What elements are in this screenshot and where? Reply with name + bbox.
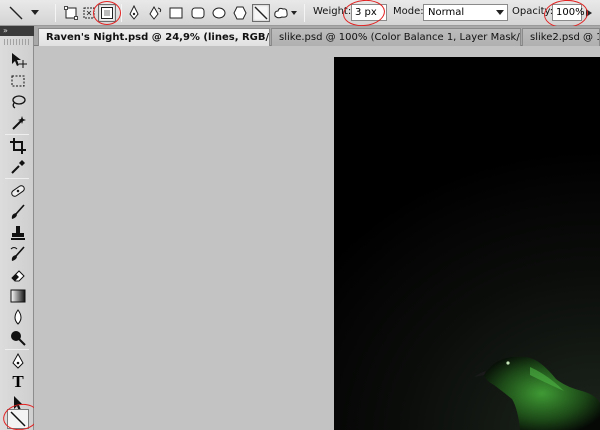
tab-slike[interactable]: slike.psd @ 100% (Color Balance 1, Layer… — [271, 28, 521, 46]
marquee-tool-icon — [11, 75, 25, 87]
chevron-down-icon — [496, 10, 504, 15]
brush-tool-icon — [11, 204, 25, 219]
tool-preset-picker[interactable] — [4, 3, 42, 23]
line-icon — [254, 6, 268, 20]
healing-brush-tool[interactable] — [7, 181, 29, 201]
panel-grip[interactable] — [4, 39, 30, 45]
gradient-tool[interactable] — [7, 286, 29, 306]
fill-pixels-button[interactable] — [98, 4, 116, 22]
pen-tool[interactable] — [7, 351, 29, 371]
weight-label: Weight: — [313, 6, 352, 17]
shape-layers-button[interactable] — [62, 4, 80, 22]
custom-shape-icon — [274, 7, 288, 19]
opacity-input[interactable]: 100% — [552, 4, 585, 21]
type-tool-icon: T — [12, 372, 24, 391]
move-tool-icon — [12, 53, 27, 68]
freeform-pen-icon — [149, 5, 162, 20]
gradient-tool-icon — [10, 289, 26, 303]
mode-label: Mode: — [393, 6, 424, 17]
lasso-tool[interactable] — [7, 92, 29, 112]
chevron-down-icon — [31, 10, 39, 15]
magic-wand-tool[interactable] — [7, 113, 29, 133]
line-tool-icon — [9, 6, 23, 20]
paths-button[interactable] — [80, 4, 98, 22]
rounded-rectangle-tool-option[interactable] — [189, 4, 207, 22]
blur-tool[interactable] — [7, 307, 29, 327]
magic-wand-tool-icon — [12, 116, 26, 130]
freeform-pen-tool-option[interactable] — [147, 4, 165, 22]
panel-collapse-button[interactable]: » — [0, 26, 34, 36]
paths-icon — [83, 7, 95, 19]
options-bar: Weight: 3 px Mode: Normal Opacity: 100% — [0, 0, 600, 30]
tab-label: Raven's Night.psd @ 24,9% (lines, RGB/8#… — [46, 32, 270, 43]
polygon-tool-option[interactable] — [231, 4, 249, 22]
history-brush-tool-icon — [10, 246, 25, 261]
tab-label: slike2.psd @ 100 — [530, 32, 599, 43]
dodge-tool-icon — [11, 331, 26, 346]
crop-tool-icon — [10, 138, 26, 154]
opacity-label: Opacity: — [512, 6, 554, 17]
chevron-down-icon — [291, 10, 297, 15]
history-brush-tool[interactable] — [7, 244, 29, 264]
pen-icon — [129, 5, 139, 20]
ellipse-icon — [212, 7, 226, 19]
healing-brush-tool-icon — [11, 185, 25, 197]
polygon-icon — [233, 6, 247, 20]
shape-layers-icon — [64, 6, 78, 20]
workspace[interactable] — [34, 47, 600, 430]
chevron-right-icon — [586, 9, 592, 17]
custom-shape-tool-option[interactable] — [272, 4, 298, 22]
eraser-tool-icon — [11, 270, 25, 282]
eraser-tool[interactable] — [7, 265, 29, 285]
clone-stamp-tool[interactable] — [7, 223, 29, 243]
pen-tool-option[interactable] — [125, 4, 143, 22]
tab-label: slike.psd @ 100% (Color Balance 1, Layer… — [279, 32, 521, 43]
document-tab-bar: Raven's Night.psd @ 24,9% (lines, RGB/8#… — [34, 26, 600, 46]
line-tool-icon — [10, 411, 26, 427]
rectangle-tool-option[interactable] — [167, 4, 185, 22]
line-tool[interactable] — [7, 409, 29, 429]
marquee-tool[interactable] — [7, 71, 29, 91]
tab-ravens-night[interactable]: Raven's Night.psd @ 24,9% (lines, RGB/8#… — [38, 28, 270, 46]
mode-value: Normal — [428, 7, 465, 18]
crop-tool[interactable] — [7, 136, 29, 156]
blur-tool-icon — [14, 309, 22, 325]
eyedropper-tool[interactable] — [7, 157, 29, 177]
rounded-rectangle-icon — [191, 7, 205, 19]
tools-panel: » T — [0, 26, 41, 430]
mode-select[interactable]: Normal — [423, 4, 508, 21]
type-tool[interactable]: T — [7, 372, 29, 392]
ellipse-tool-option[interactable] — [210, 4, 228, 22]
brush-tool[interactable] — [7, 202, 29, 222]
opacity-slider-toggle[interactable] — [583, 3, 595, 23]
weight-input[interactable]: 3 px — [351, 4, 387, 21]
fill-pixels-icon — [101, 7, 113, 19]
clone-stamp-tool-icon — [11, 226, 25, 240]
document-canvas[interactable] — [334, 57, 600, 430]
raven-image — [474, 356, 600, 430]
eyedropper-tool-icon — [11, 160, 25, 174]
dodge-tool[interactable] — [7, 328, 29, 348]
rectangle-icon — [169, 7, 183, 19]
move-tool[interactable] — [7, 50, 29, 70]
pen-tool-icon — [12, 352, 24, 369]
line-tool-option[interactable] — [252, 4, 270, 22]
tab-slike2[interactable]: slike2.psd @ 100 — [522, 28, 600, 46]
lasso-tool-icon — [12, 95, 26, 109]
